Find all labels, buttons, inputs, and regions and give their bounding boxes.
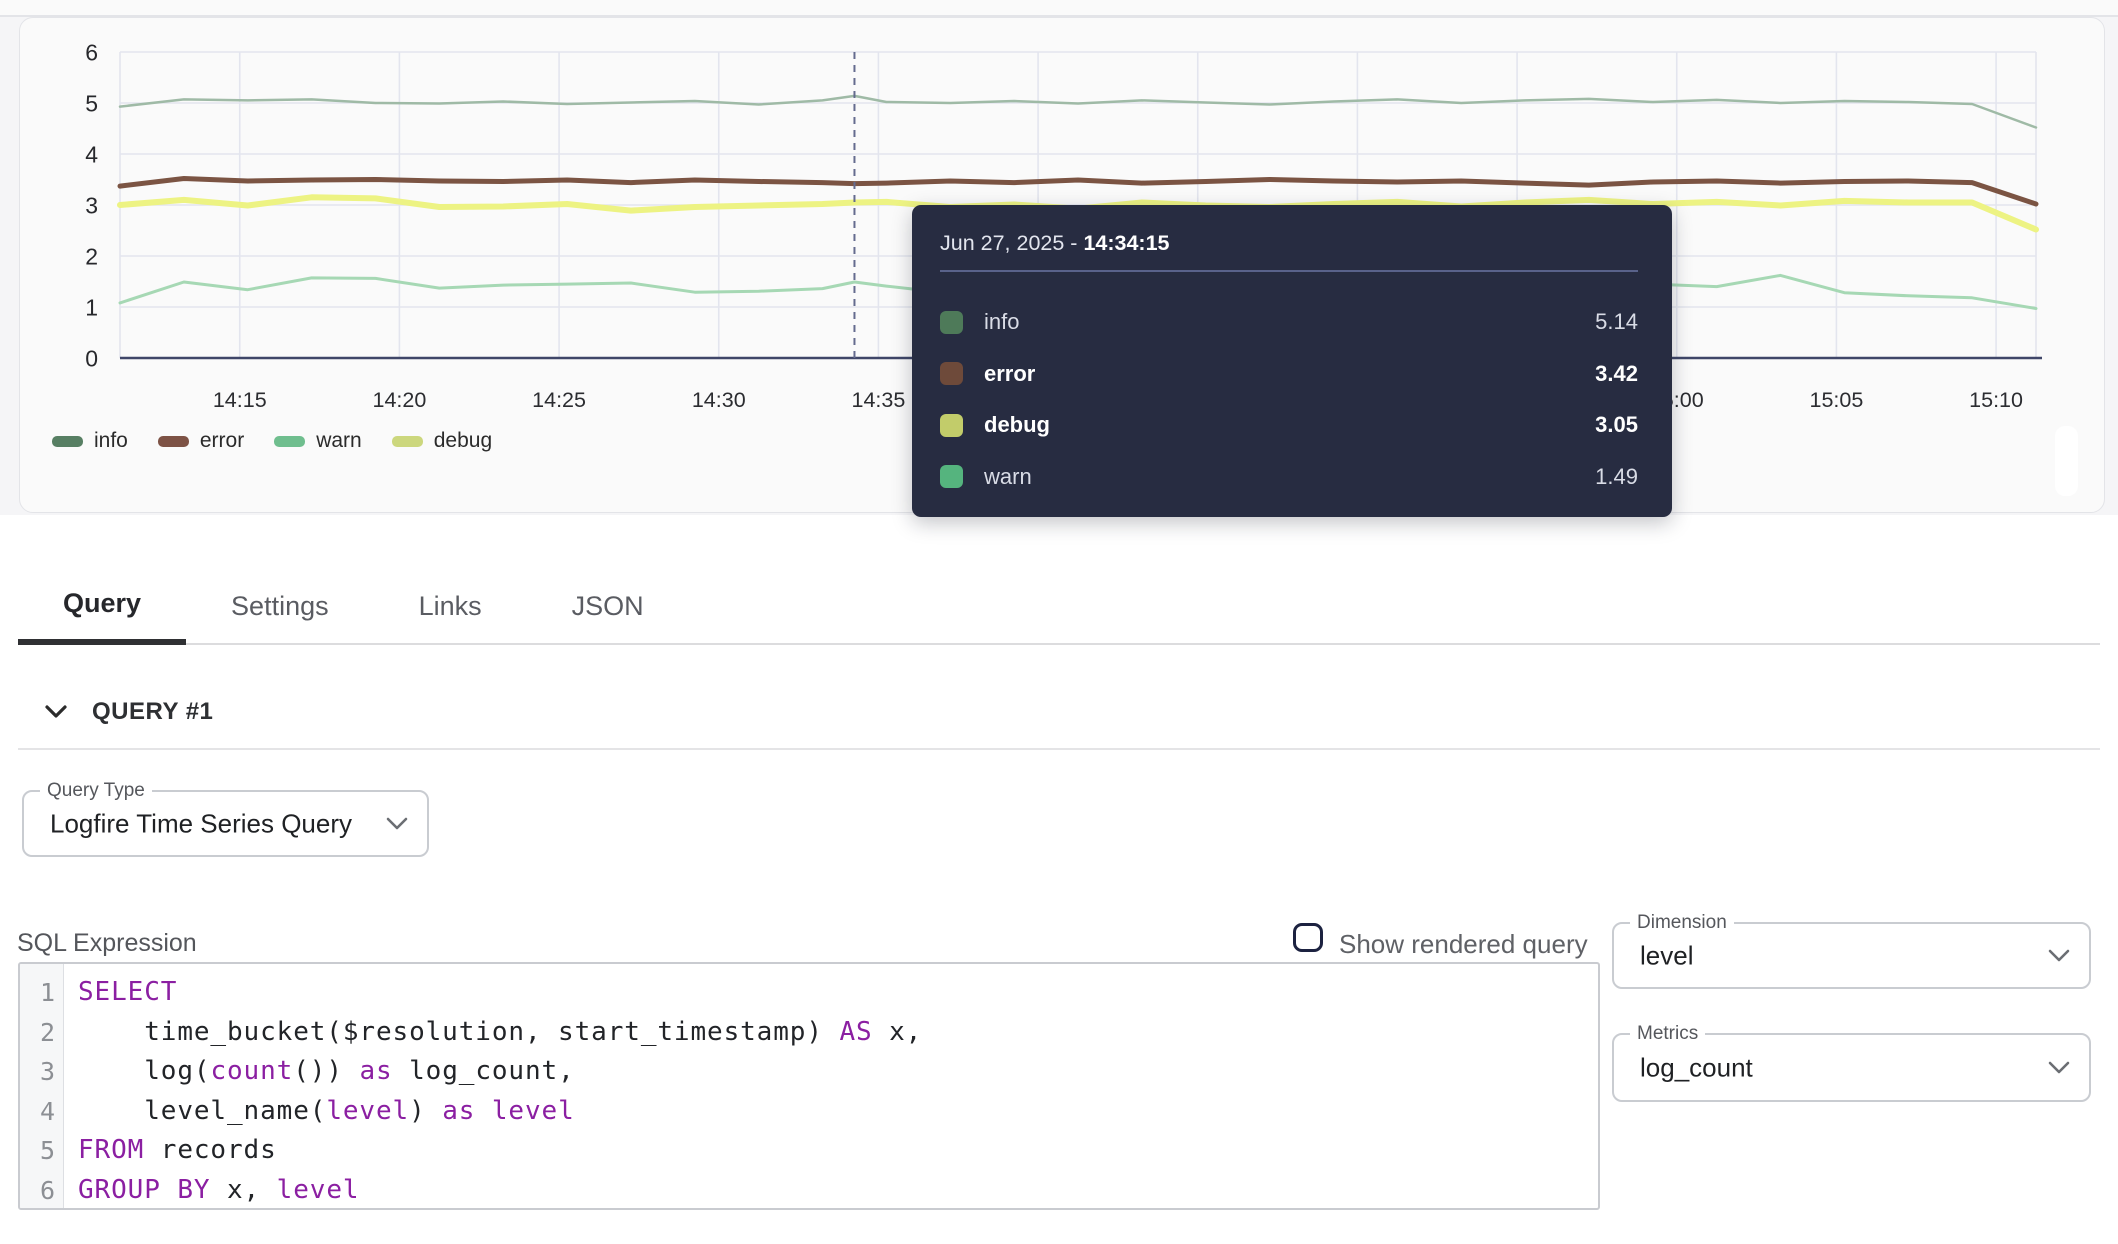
legend-item-info[interactable]: info [52, 429, 128, 453]
legend-item-error[interactable]: error [158, 429, 244, 453]
metrics-value: log_count [1640, 1052, 1753, 1083]
tooltip-row-value: 5.14 [1595, 309, 1638, 335]
query-1-collapse-header[interactable]: QUERY #1 [44, 698, 213, 726]
tab-settings[interactable]: Settings [186, 567, 374, 645]
legend-label: error [200, 429, 244, 453]
warn-chip-icon [940, 465, 963, 488]
query-1-title: QUERY #1 [92, 698, 213, 726]
query-type-select[interactable]: Query Type Logfire Time Series Query [22, 790, 429, 857]
dimension-select[interactable]: Dimension level [1612, 922, 2091, 989]
chart-legend: info error warn debug [52, 429, 492, 453]
tab-json[interactable]: JSON [527, 567, 689, 645]
tooltip-row-error: error 3.42 [940, 348, 1638, 400]
error-chip-icon [940, 362, 963, 385]
tooltip-row-value: 3.05 [1595, 412, 1638, 438]
tooltip-row-label: error [984, 361, 1035, 387]
tab-bar: Query Settings Links JSON [18, 567, 689, 645]
query-type-value: Logfire Time Series Query [50, 808, 352, 839]
query-type-label: Query Type [40, 780, 152, 802]
chart-tooltip: Jun 27, 2025 - 14:34:15 info 5.14 error … [912, 205, 1672, 517]
tooltip-row-info: info 5.14 [940, 297, 1638, 349]
sql-expression-label: SQL Expression [17, 929, 197, 958]
tooltip-row-label: info [984, 309, 1019, 335]
tooltip-divider [940, 270, 1638, 272]
debug-swatch-icon [392, 436, 423, 447]
legend-item-warn[interactable]: warn [274, 429, 362, 453]
chevron-down-icon [385, 817, 409, 831]
chevron-down-icon [2047, 949, 2071, 963]
tooltip-time: 14:34:15 [1083, 231, 1169, 255]
debug-chip-icon [940, 414, 963, 437]
tooltip-row-value: 3.42 [1595, 361, 1638, 387]
legend-label: warn [316, 429, 362, 453]
dimension-value: level [1640, 940, 1693, 971]
scrollbar-thumb[interactable] [2055, 426, 2078, 496]
top-divider [0, 0, 2118, 17]
dimension-label: Dimension [1630, 912, 1734, 934]
error-swatch-icon [158, 436, 189, 447]
tooltip-date: Jun 27, 2025 - [940, 231, 1083, 255]
show-rendered-query-label[interactable]: Show rendered query [1339, 929, 1588, 960]
sql-code-editor[interactable]: 123456 SELECT time_bucket($resolution, s… [18, 962, 1600, 1210]
line-number-gutter: 123456 [20, 964, 64, 1208]
legend-item-debug[interactable]: debug [392, 429, 492, 453]
show-rendered-query-checkbox[interactable] [1293, 923, 1323, 952]
tooltip-rows: info 5.14 error 3.42 debug 3.05 warn 1.4… [940, 297, 1638, 503]
legend-label: info [94, 429, 128, 453]
tooltip-row-warn: warn 1.49 [940, 451, 1638, 503]
sql-code[interactable]: SELECT time_bucket($resolution, start_ti… [64, 964, 922, 1208]
metrics-select[interactable]: Metrics log_count [1612, 1033, 2091, 1102]
tooltip-row-label: debug [984, 412, 1050, 438]
chevron-down-icon [2047, 1061, 2071, 1075]
warn-swatch-icon [274, 436, 305, 447]
tooltip-row-debug: debug 3.05 [940, 400, 1638, 452]
tooltip-timestamp: Jun 27, 2025 - 14:34:15 [940, 205, 1638, 256]
info-chip-icon [940, 311, 963, 334]
tab-query[interactable]: Query [18, 567, 186, 645]
tooltip-row-label: warn [984, 464, 1032, 490]
chevron-down-icon [44, 704, 68, 720]
tooltip-row-value: 1.49 [1595, 464, 1638, 490]
metrics-label: Metrics [1630, 1023, 1705, 1045]
legend-label: debug [434, 429, 492, 453]
tab-links[interactable]: Links [374, 567, 527, 645]
info-swatch-icon [52, 436, 83, 447]
query-section-divider [18, 748, 2100, 750]
